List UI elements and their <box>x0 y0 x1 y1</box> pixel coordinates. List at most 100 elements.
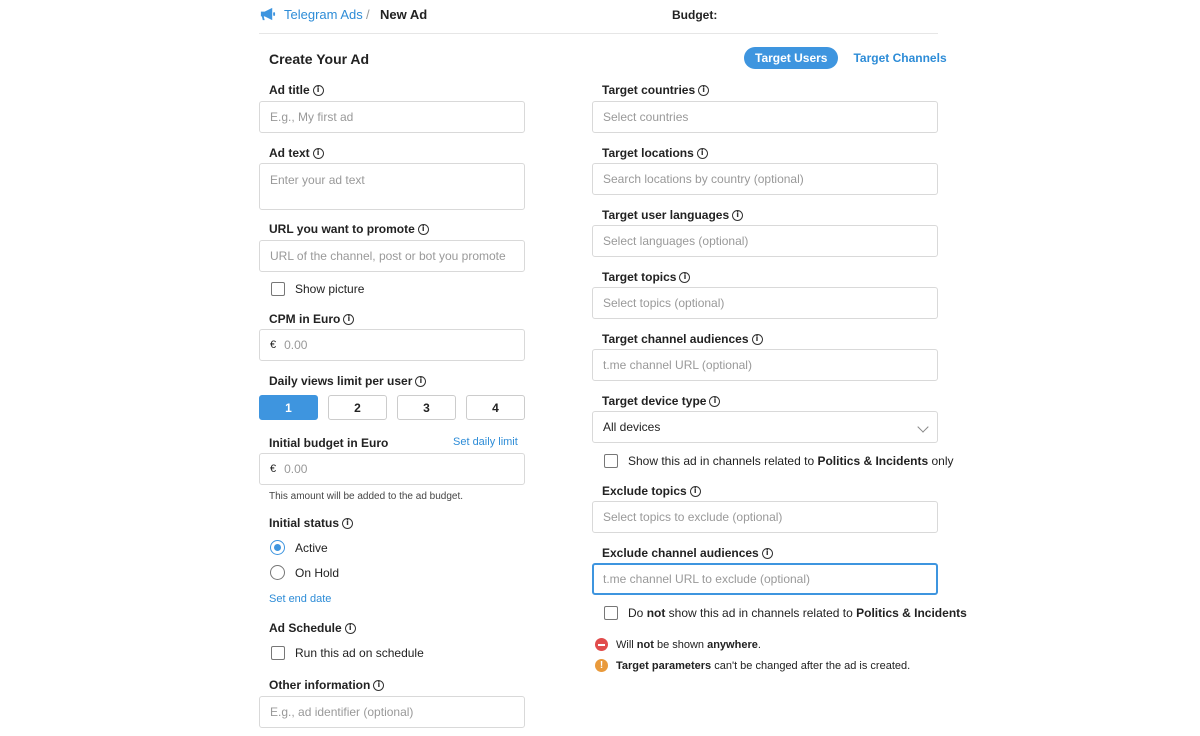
politics-only-row[interactable]: Show this ad in channels related to Poli… <box>604 454 954 468</box>
exclude-topics-label: Exclude topics i <box>602 484 701 498</box>
visibility-notice: Will not be shown anywhere. <box>595 638 761 651</box>
ad-text-field[interactable] <box>259 163 525 210</box>
initial-status-label: Initial status i <box>269 516 354 530</box>
info-icon[interactable]: i <box>312 84 324 96</box>
channel-audiences-label: Target channel audiences i <box>602 332 763 346</box>
device-type-label: Target device type i <box>602 394 721 408</box>
topics-field[interactable] <box>592 287 938 319</box>
chevron-down-icon <box>917 421 929 433</box>
status-active-radio[interactable] <box>270 540 285 555</box>
set-daily-limit-link[interactable]: Set daily limit <box>453 436 518 448</box>
breadcrumb-separator: / <box>366 7 370 22</box>
countries-field[interactable] <box>592 101 938 133</box>
megaphone-icon <box>260 7 276 21</box>
politics-only-label: Show this ad in channels related to Poli… <box>628 454 954 468</box>
info-icon[interactable]: i <box>373 679 385 691</box>
tab-target-channels[interactable]: Target Channels <box>842 47 957 69</box>
info-icon[interactable]: i <box>689 485 701 497</box>
euro-symbol: € <box>270 339 277 351</box>
run-on-schedule-checkbox[interactable] <box>271 646 285 660</box>
info-icon[interactable]: i <box>312 147 324 159</box>
info-icon[interactable]: i <box>679 271 691 283</box>
exclude-audiences-input[interactable] <box>603 572 927 586</box>
politics-only-checkbox[interactable] <box>604 454 618 468</box>
exclude-audiences-field[interactable] <box>592 563 938 595</box>
page-title: Create Your Ad <box>269 51 370 67</box>
politics-exclude-label: Do not show this ad in channels related … <box>628 606 967 620</box>
channel-audiences-input[interactable] <box>603 358 927 372</box>
info-icon[interactable]: i <box>343 313 355 325</box>
daily-views-label: Daily views limit per user i <box>269 374 427 388</box>
daily-views-option-3[interactable]: 3 <box>397 395 456 420</box>
other-info-label: Other information i <box>269 678 385 692</box>
languages-label: Target user languages i <box>602 208 744 222</box>
daily-views-option-4[interactable]: 4 <box>466 395 525 420</box>
languages-input[interactable] <box>603 234 927 248</box>
show-picture-label: Show picture <box>295 282 365 296</box>
parameters-notice-text: Target parameters can't be changed after… <box>616 659 911 672</box>
info-icon[interactable]: i <box>342 517 354 529</box>
exclude-audiences-label: Exclude channel audiences i <box>602 546 773 560</box>
top-bar: Telegram Ads / New Ad Budget: <box>259 0 938 34</box>
status-on-hold-radio[interactable] <box>270 565 285 580</box>
status-active-row[interactable]: Active <box>270 540 328 555</box>
countries-input[interactable] <box>603 110 927 124</box>
set-end-date-link[interactable]: Set end date <box>269 593 331 605</box>
parameters-notice: ! Target parameters can't be changed aft… <box>595 659 910 672</box>
politics-exclude-row[interactable]: Do not show this ad in channels related … <box>604 606 967 620</box>
topics-input[interactable] <box>603 296 927 310</box>
locations-input[interactable] <box>603 172 927 186</box>
status-on-hold-row[interactable]: On Hold <box>270 565 339 580</box>
info-icon[interactable]: i <box>344 622 356 634</box>
url-field[interactable] <box>259 240 525 272</box>
euro-symbol: € <box>270 463 277 475</box>
initial-budget-label: Initial budget in Euro <box>269 436 389 450</box>
status-active-label: Active <box>295 540 328 555</box>
exclude-topics-field[interactable] <box>592 501 938 533</box>
target-tabs: Target Users Target Channels <box>744 47 958 69</box>
budget-label: Budget: <box>672 8 718 22</box>
info-icon[interactable]: i <box>698 84 710 96</box>
initial-budget-field[interactable]: € <box>259 453 525 485</box>
brand-link[interactable]: Telegram Ads <box>284 7 363 22</box>
ad-text-input[interactable] <box>270 173 514 187</box>
ad-text-label: Ad text i <box>269 146 324 160</box>
channel-audiences-field[interactable] <box>592 349 938 381</box>
other-info-field[interactable] <box>259 696 525 728</box>
url-label: URL you want to promote i <box>269 222 429 236</box>
ad-title-field[interactable] <box>259 101 525 133</box>
device-type-value: All devices <box>603 420 661 434</box>
politics-exclude-checkbox[interactable] <box>604 606 618 620</box>
info-icon[interactable]: i <box>761 547 773 559</box>
daily-views-option-1[interactable]: 1 <box>259 395 318 420</box>
warning-icon: ! <box>595 659 608 672</box>
initial-budget-input[interactable] <box>284 462 514 476</box>
brand[interactable]: Telegram Ads <box>259 6 363 23</box>
info-icon[interactable]: i <box>417 223 429 235</box>
daily-views-option-2[interactable]: 2 <box>328 395 387 420</box>
info-icon[interactable]: i <box>709 395 721 407</box>
info-icon[interactable]: i <box>732 209 744 221</box>
other-info-input[interactable] <box>270 705 514 719</box>
languages-field[interactable] <box>592 225 938 257</box>
show-picture-checkbox[interactable] <box>271 282 285 296</box>
ad-title-input[interactable] <box>270 110 514 124</box>
daily-views-selector: 1 2 3 4 <box>259 395 525 420</box>
cpm-field[interactable]: € <box>259 329 525 361</box>
info-icon[interactable]: i <box>696 147 708 159</box>
countries-label: Target countries i <box>602 83 710 97</box>
exclude-topics-input[interactable] <box>603 510 927 524</box>
cpm-input[interactable] <box>284 338 514 352</box>
run-on-schedule-row[interactable]: Run this ad on schedule <box>271 646 424 660</box>
ad-schedule-label: Ad Schedule i <box>269 621 356 635</box>
status-on-hold-label: On Hold <box>295 565 340 580</box>
locations-field[interactable] <box>592 163 938 195</box>
show-picture-row[interactable]: Show picture <box>271 282 364 296</box>
run-on-schedule-label: Run this ad on schedule <box>295 646 424 660</box>
url-input[interactable] <box>270 249 514 263</box>
info-icon[interactable]: i <box>415 375 427 387</box>
info-icon[interactable]: i <box>751 333 763 345</box>
visibility-notice-text: Will not be shown anywhere. <box>616 638 761 651</box>
device-type-select[interactable]: All devices <box>592 411 938 443</box>
tab-target-users[interactable]: Target Users <box>744 47 839 69</box>
